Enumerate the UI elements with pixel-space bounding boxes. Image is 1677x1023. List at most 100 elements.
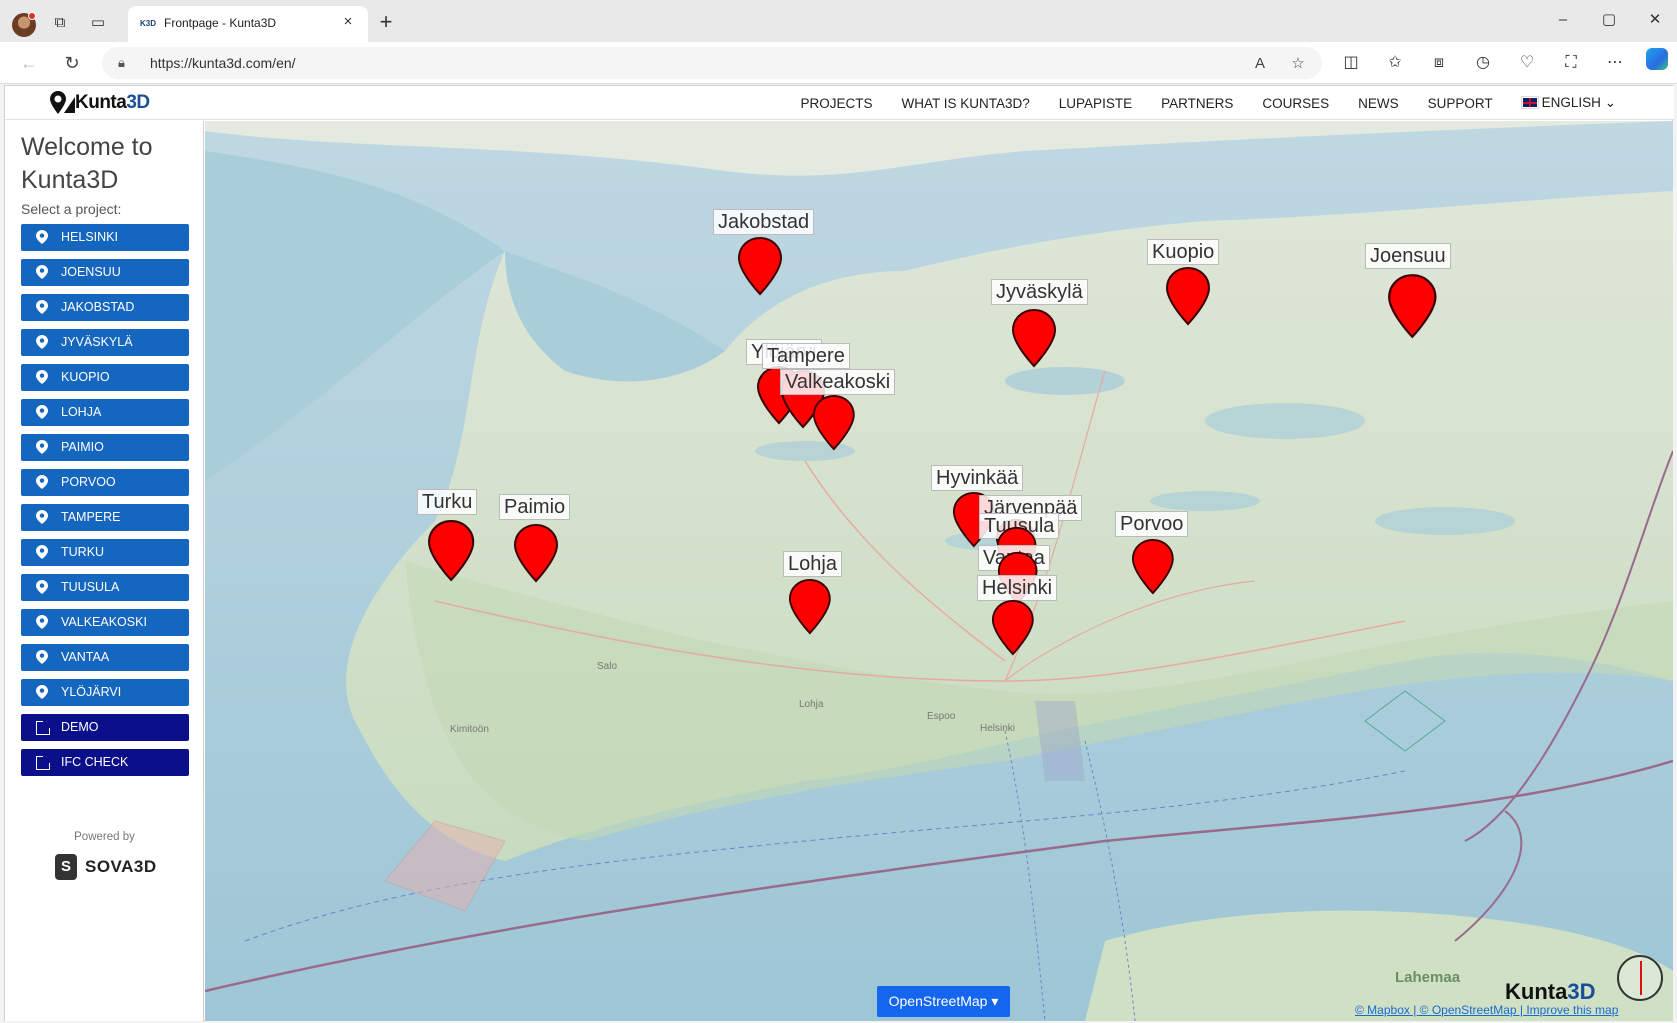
favorites-icon[interactable]: ✩ xyxy=(1384,52,1406,74)
project-button-jakobstad[interactable]: JAKOBSTAD xyxy=(21,294,189,321)
url-text[interactable]: https://kunta3d.com/en/ xyxy=(150,55,296,71)
site-logo[interactable]: Kunta3D xyxy=(49,88,150,118)
map-marker-label[interactable]: Helsinki xyxy=(977,575,1058,601)
window-close-icon[interactable]: ✕ xyxy=(1643,8,1667,32)
location-pin-icon xyxy=(36,300,48,314)
compass-icon[interactable] xyxy=(1617,955,1663,1001)
map-marker-porvoo[interactable] xyxy=(1131,538,1175,595)
map-marker-kuopio[interactable] xyxy=(1165,266,1211,326)
place-label-espoo: Espoo xyxy=(927,711,956,722)
project-button-kuopio[interactable]: KUOPIO xyxy=(21,364,189,391)
extra-button-demo[interactable]: DEMO xyxy=(21,714,189,741)
address-bar[interactable]: 🔒︎ https://kunta3d.com/en/ A ☆ xyxy=(102,47,1322,79)
map-marker-jyvaskyla[interactable] xyxy=(1011,308,1057,368)
map-marker-label[interactable]: Kuopio xyxy=(1147,239,1220,265)
lock-icon[interactable]: 🔒︎ xyxy=(118,55,132,71)
nav-what-is-kunta3d[interactable]: WHAT IS KUNTA3D? xyxy=(902,96,1030,111)
map-marker-paimio[interactable] xyxy=(513,523,559,583)
history-icon[interactable]: ◷ xyxy=(1472,52,1494,74)
logo-text: Kunta3D xyxy=(75,92,150,113)
map-marker-joensuu[interactable] xyxy=(1387,273,1438,339)
nav-courses[interactable]: COURSES xyxy=(1262,96,1329,111)
map-attribution[interactable]: © Mapbox | © OpenStreetMap | Improve thi… xyxy=(1355,1003,1618,1017)
map-marker-label[interactable]: Lohja xyxy=(783,551,842,577)
more-menu-icon[interactable]: ⋯ xyxy=(1604,52,1626,74)
project-button-tampere[interactable]: TAMPERE xyxy=(21,504,189,531)
location-pin-icon xyxy=(36,475,48,489)
nav-projects[interactable]: PROJECTS xyxy=(801,96,873,111)
performance-icon[interactable]: ♡ xyxy=(1516,52,1538,74)
reload-icon[interactable]: ↻ xyxy=(61,52,83,74)
location-pin-icon xyxy=(36,580,48,594)
nav-partners[interactable]: PARTNERS xyxy=(1161,96,1233,111)
project-button-joensuu[interactable]: JOENSUU xyxy=(21,259,189,286)
notification-dot xyxy=(28,12,36,20)
map-marker-label[interactable]: Hyvinkää xyxy=(931,465,1024,491)
map-marker-label[interactable]: Paimio xyxy=(499,494,571,520)
sova3d-logo[interactable]: S SOVA3D xyxy=(55,853,157,881)
split-screen-icon[interactable]: ◫ xyxy=(1340,52,1362,74)
location-pin-icon xyxy=(36,335,48,349)
sova3d-text: SOVA3D xyxy=(85,857,157,876)
map-marker-valkeakoski[interactable] xyxy=(812,394,856,451)
site-favicon-icon: K3D xyxy=(140,19,157,28)
project-button-lohja[interactable]: LOHJA xyxy=(21,399,189,426)
map-marker-label[interactable]: Jyväskylä xyxy=(991,279,1088,305)
project-button-jyvaskyla[interactable]: JYVÄSKYLÄ xyxy=(21,329,189,356)
place-label-lohja: Lohja xyxy=(799,699,824,710)
screenshot-icon[interactable]: ⛶ xyxy=(1560,52,1582,74)
project-button-label: TURKU xyxy=(61,545,105,559)
map-marker-label[interactable]: Tampere xyxy=(762,343,850,369)
tab-close-icon[interactable]: × xyxy=(340,14,356,30)
project-button-label: VANTAA xyxy=(61,650,110,664)
favorite-star-icon[interactable]: ☆ xyxy=(1288,54,1308,74)
external-link-icon xyxy=(36,720,51,735)
read-aloud-icon[interactable]: A xyxy=(1250,54,1270,74)
place-label-kimitoon: Kimitoön xyxy=(450,724,489,735)
project-button-valkeakoski[interactable]: VALKEAKOSKI xyxy=(21,609,189,636)
nav-news[interactable]: NEWS xyxy=(1358,96,1399,111)
language-selector[interactable]: ENGLISH ⌄ xyxy=(1520,95,1616,111)
map-marker-lohja[interactable] xyxy=(788,578,832,635)
browser-tab-active[interactable]: K3D Frontpage - Kunta3D × xyxy=(128,6,368,42)
location-pin-icon xyxy=(36,440,48,454)
collections-icon[interactable]: ⧈ xyxy=(1428,52,1450,74)
project-list: HELSINKI JOENSUU JAKOBSTAD JYVÄSKYLÄ KUOPIO L… xyxy=(21,224,189,784)
project-button-vantaa[interactable]: VANTAA xyxy=(21,644,189,671)
workspaces-icon[interactable]: ⧉ xyxy=(50,13,70,33)
nav-support[interactable]: SUPPORT xyxy=(1428,96,1493,111)
map-marker-label[interactable]: Jakobstad xyxy=(713,209,815,235)
3d-map-view[interactable]: Salo Kimitoön Espoo Lohja Helsinki Lahem… xyxy=(205,121,1673,1021)
map-marker-jakobstad[interactable] xyxy=(737,236,783,296)
project-button-turku[interactable]: TURKU xyxy=(21,539,189,566)
web-page: Kunta3D PROJECTS WHAT IS KUNTA3D? LUPAPI… xyxy=(4,85,1674,1021)
project-button-porvoo[interactable]: PORVOO xyxy=(21,469,189,496)
project-button-tuusula[interactable]: TUUSULA xyxy=(21,574,189,601)
back-arrow-icon[interactable]: ← xyxy=(18,52,40,74)
map-marker-label[interactable]: Turku xyxy=(417,489,478,515)
map-marker-helsinki[interactable] xyxy=(991,599,1035,656)
map-marker-label[interactable]: Valkeakoski xyxy=(780,369,896,395)
minimize-icon[interactable]: – xyxy=(1551,8,1575,32)
maximize-icon[interactable]: ▢ xyxy=(1597,8,1621,32)
project-button-paimio[interactable]: PAIMIO xyxy=(21,434,189,461)
place-label-helsinki: Helsinki xyxy=(980,723,1016,734)
project-button-label: JAKOBSTAD xyxy=(61,300,135,314)
main-navigation: PROJECTS WHAT IS KUNTA3D? LUPAPISTE PART… xyxy=(772,86,1617,120)
map-marker-label[interactable]: Porvoo xyxy=(1115,511,1189,537)
basemap-dropdown-button[interactable]: OpenStreetMap ▾ xyxy=(877,986,1010,1017)
map-marker-turku[interactable] xyxy=(427,519,475,582)
extra-button-label: IFC CHECK xyxy=(61,755,129,769)
place-label-salo: Salo xyxy=(597,661,618,672)
browser-toolbar: ← ↻ 🔒︎ https://kunta3d.com/en/ A ☆ ◫ ✩ ⧈… xyxy=(0,42,1677,84)
extra-button-ifc-check[interactable]: IFC CHECK xyxy=(21,749,189,776)
nav-lupapiste[interactable]: LUPAPISTE xyxy=(1059,96,1132,111)
copilot-icon[interactable] xyxy=(1646,48,1668,70)
map-marker-label[interactable]: Joensuu xyxy=(1365,243,1451,269)
project-button-helsinki[interactable]: HELSINKI xyxy=(21,224,189,251)
tab-title: Frontpage - Kunta3D xyxy=(164,16,277,30)
project-button-ylojarvi[interactable]: YLÖJÄRVI xyxy=(21,679,189,706)
tab-actions-icon[interactable]: ▭ xyxy=(88,13,108,33)
location-pin-icon xyxy=(36,230,48,244)
new-tab-button[interactable]: + xyxy=(376,11,396,33)
